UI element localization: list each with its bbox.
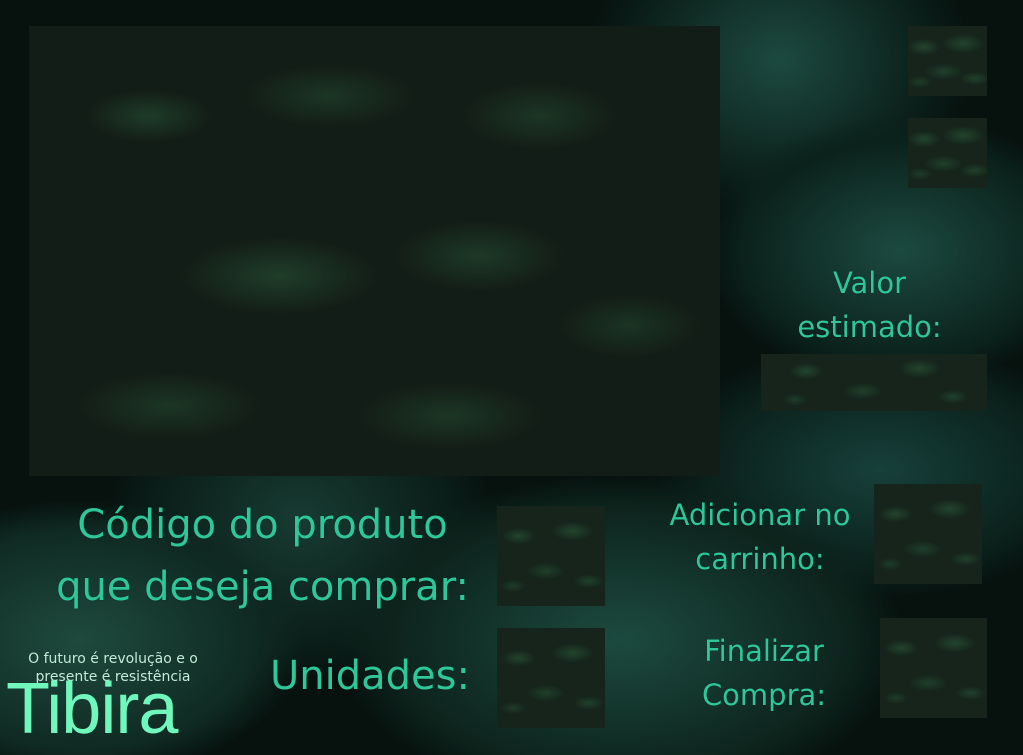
product-thumbnail-1[interactable] xyxy=(908,26,987,96)
product-thumbnail-2[interactable] xyxy=(908,118,987,188)
units-input[interactable] xyxy=(497,628,605,728)
product-code-input[interactable] xyxy=(497,506,605,606)
product-image-display xyxy=(29,26,720,476)
brand-logo: Tibira xyxy=(6,669,178,749)
checkout-label: Finalizar Compra: xyxy=(701,634,827,712)
estimated-value-display xyxy=(761,354,987,411)
estimated-value-label: Valor estimado: xyxy=(797,266,942,344)
add-to-cart-button[interactable] xyxy=(874,484,982,584)
units-label: Unidades: xyxy=(270,653,470,699)
product-code-label: Código do produto que deseja comprar: xyxy=(56,502,469,610)
add-to-cart-label: Adicionar no carrinho: xyxy=(669,498,851,576)
checkout-button[interactable] xyxy=(880,618,987,718)
